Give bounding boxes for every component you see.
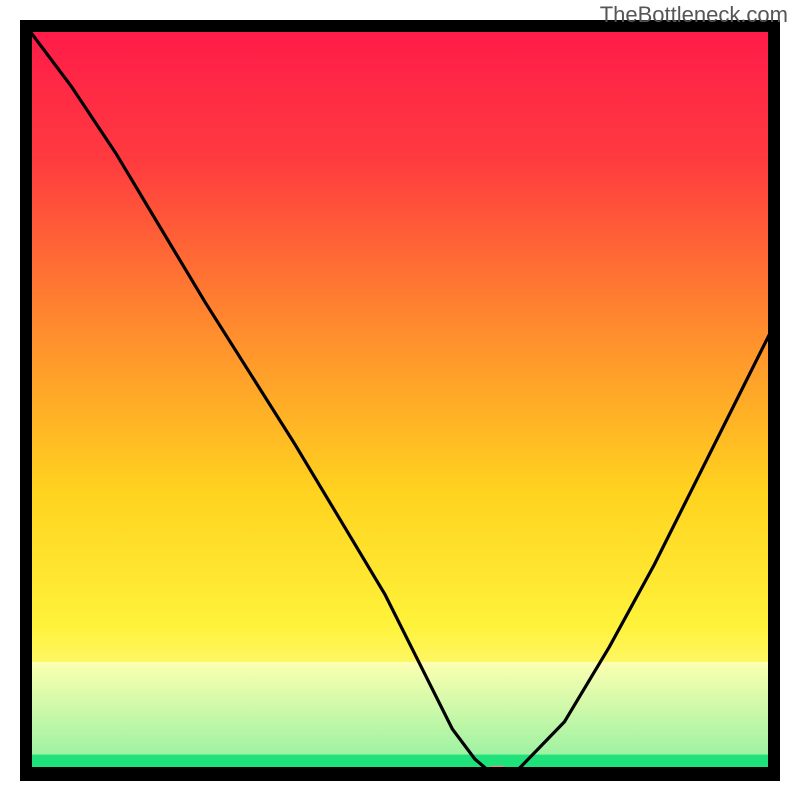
bottleneck-chart: TheBottleneck.com — [0, 0, 800, 800]
watermark-label: TheBottleneck.com — [600, 2, 788, 28]
chart-svg — [0, 0, 800, 800]
